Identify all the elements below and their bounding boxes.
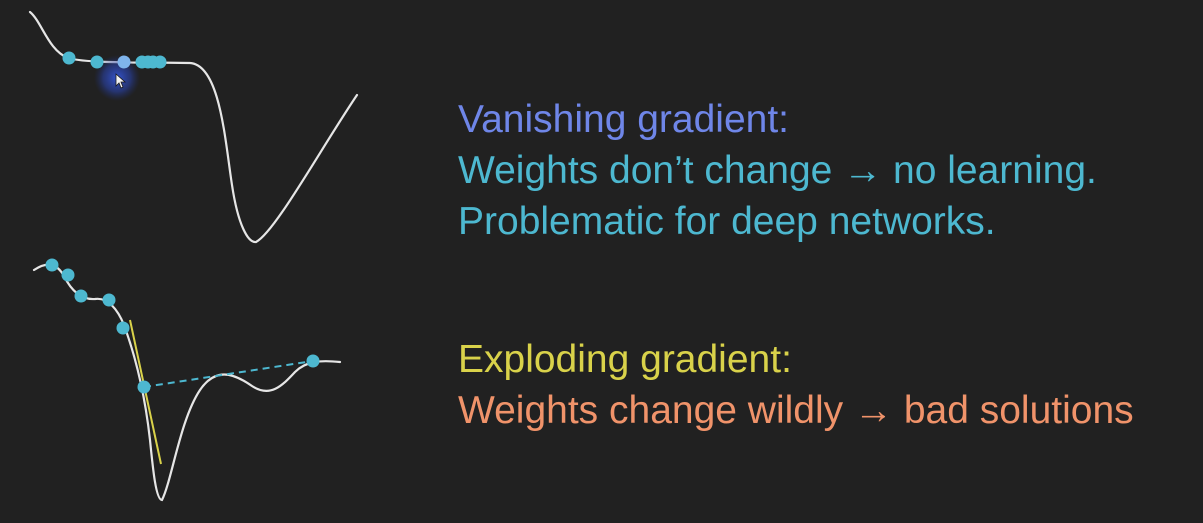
vanishing-loss-curve: [28, 10, 359, 244]
overshoot-dashed-line: [143, 360, 314, 388]
exploding-point: [306, 354, 320, 368]
exploding-point: [102, 293, 116, 307]
vanishing-point-selected: [117, 55, 131, 69]
vanishing-line-1: Weights don’t change → no learning.: [458, 149, 1097, 192]
exploding-point: [45, 258, 59, 272]
vanishing-line-2: Problematic for deep networks.: [458, 200, 996, 243]
vanishing-point: [90, 55, 104, 69]
exploding-text-block: Exploding gradient: Weights change wildl…: [458, 334, 1134, 436]
exploding-title: Exploding gradient:: [458, 338, 792, 381]
gradient-diagram: [28, 10, 359, 502]
exploding-point: [74, 289, 88, 303]
exploding-point: [116, 321, 130, 335]
vanishing-point: [153, 55, 167, 69]
exploding-point: [137, 380, 151, 394]
exploding-line-1: Weights change wildly → bad solutions: [458, 389, 1134, 432]
exploding-point: [61, 268, 75, 282]
vanishing-title: Vanishing gradient:: [458, 98, 790, 141]
vanishing-diagram: [28, 10, 359, 244]
vanishing-point: [62, 51, 76, 65]
vanishing-text-block: Vanishing gradient: Weights don’t change…: [458, 94, 1097, 247]
exploding-diagram: [32, 258, 342, 502]
